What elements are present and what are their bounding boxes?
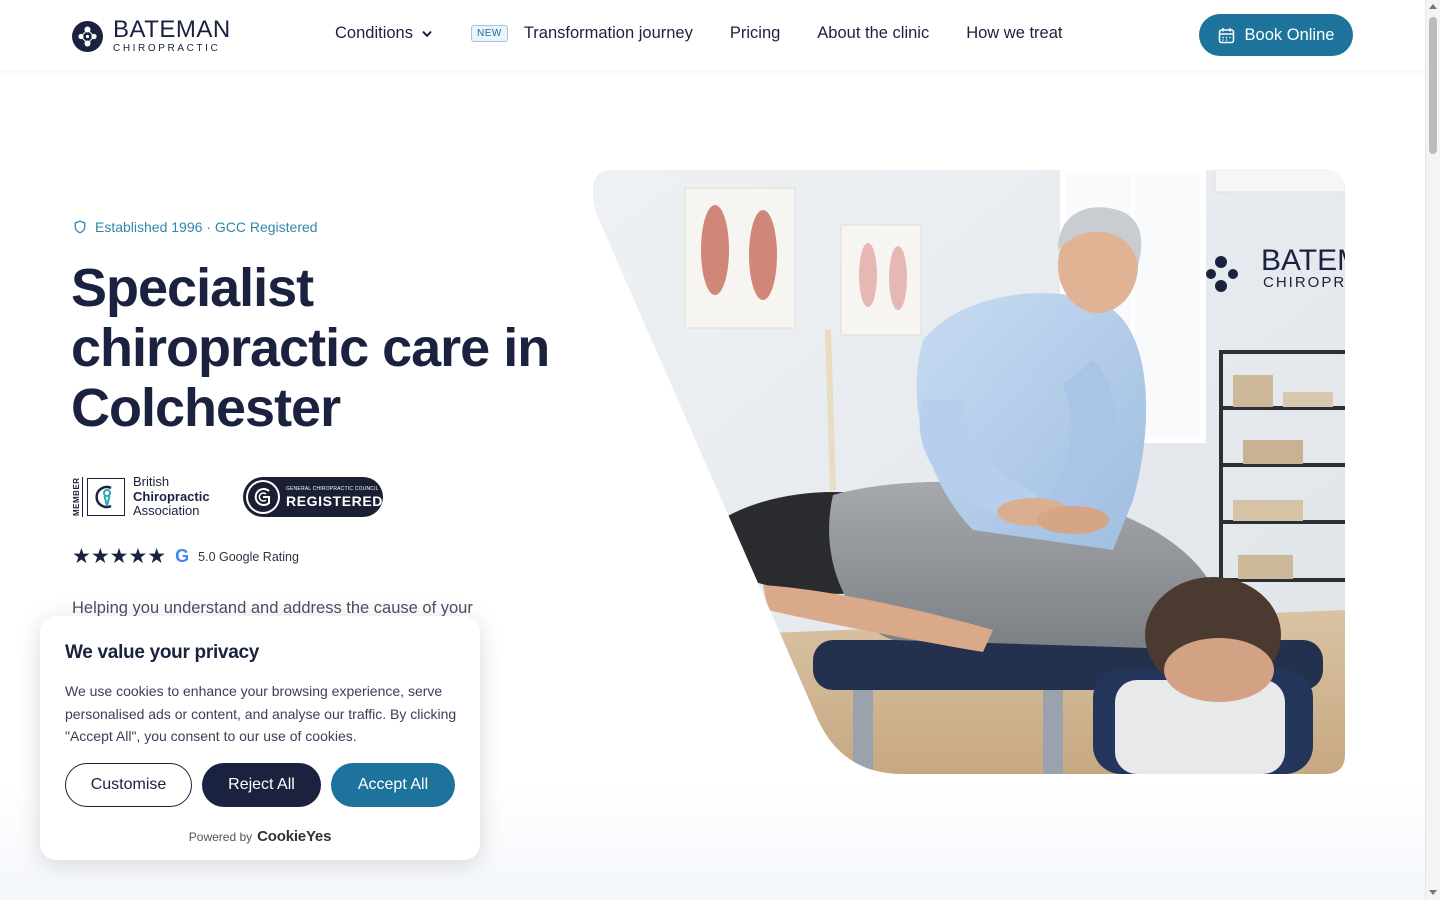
- powered-by: Powered by CookieYes: [40, 828, 480, 845]
- logo-name: BATEMAN: [113, 16, 231, 43]
- cookie-title: We value your privacy: [65, 642, 259, 663]
- chevron-down-icon: [422, 30, 432, 37]
- bca-line-1: British: [133, 474, 170, 489]
- scroll-up-arrow-icon[interactable]: [1429, 4, 1437, 9]
- cookie-consent-banner: We value your privacy We use cookies to …: [40, 616, 480, 860]
- hero-eyebrow: Established 1996 · GCC Registered: [73, 219, 318, 235]
- hero-image-chiropractor-treatment: BATEM CHIROPRA: [593, 170, 1345, 774]
- nav-transformation-journey[interactable]: NEW Transformation journey: [470, 24, 693, 43]
- book-online-label: Book Online: [1244, 25, 1335, 44]
- nav-conditions-label: Conditions: [335, 24, 413, 42]
- bca-emblem-icon: [87, 477, 125, 516]
- accept-all-button[interactable]: Accept All: [331, 763, 455, 807]
- cookieyes-logo[interactable]: CookieYes: [257, 828, 331, 845]
- nav-transformation-label: Transformation journey: [523, 24, 693, 42]
- rating-stars-icon: ★★★★★: [72, 545, 167, 568]
- book-online-button[interactable]: Book Online: [1199, 14, 1353, 56]
- bca-line-2: Chiropractic: [133, 488, 210, 504]
- nav-conditions[interactable]: Conditions: [335, 24, 433, 43]
- reject-all-button[interactable]: Reject All: [202, 763, 321, 807]
- site-header: BATEMAN CHIROPRACTIC Conditions NEW Tran…: [0, 0, 1425, 70]
- shield-icon: [74, 220, 86, 234]
- main-nav: Conditions NEW Transformation journey Pr…: [335, 24, 1063, 43]
- new-badge: NEW: [470, 25, 508, 42]
- bca-member-logo: MEMBER British Chiropractic Association: [72, 474, 210, 519]
- gcc-council-text: GENERAL CHIROPRACTIC COUNCIL: [285, 485, 379, 492]
- cookie-body: We use cookies to enhance your browsing …: [65, 683, 457, 744]
- wall-sign-line-2: CHIROPRA: [1263, 274, 1345, 291]
- powered-by-label: Powered by: [188, 830, 253, 844]
- logo-molecule-icon: [72, 20, 103, 52]
- rating-text: 5.0 Google Rating: [198, 549, 299, 564]
- eyebrow-text: Established 1996 · GCC Registered: [95, 219, 318, 235]
- scroll-thumb[interactable]: [1429, 17, 1437, 154]
- gcc-registered-badge: GENERAL CHIROPRACTIC COUNCIL REGISTERED: [243, 477, 383, 517]
- bca-line-3: Association: [133, 503, 200, 518]
- calendar-icon: [1218, 27, 1234, 43]
- wall-sign-line-1: BATEM: [1261, 244, 1345, 277]
- scroll-down-arrow-icon[interactable]: [1429, 890, 1437, 895]
- nav-pricing[interactable]: Pricing: [730, 24, 780, 43]
- logo-subtitle: CHIROPRACTIC: [113, 43, 221, 54]
- nav-how-we-treat[interactable]: How we treat: [966, 24, 1062, 43]
- gcc-emblem-icon: [246, 480, 280, 514]
- hero-title: Specialist chiropractic care in Colchest…: [71, 258, 550, 438]
- customise-button[interactable]: Customise: [65, 763, 192, 807]
- member-label: MEMBER: [72, 476, 83, 517]
- nav-about-clinic[interactable]: About the clinic: [817, 24, 929, 43]
- gcc-registered-text: REGISTERED: [285, 492, 383, 509]
- google-rating: ★★★★★ G 5.0 Google Rating: [72, 544, 299, 569]
- google-icon: G: [175, 546, 190, 566]
- page-scrollbar[interactable]: [1425, 0, 1440, 900]
- bateman-logo[interactable]: BATEMAN CHIROPRACTIC: [72, 18, 231, 54]
